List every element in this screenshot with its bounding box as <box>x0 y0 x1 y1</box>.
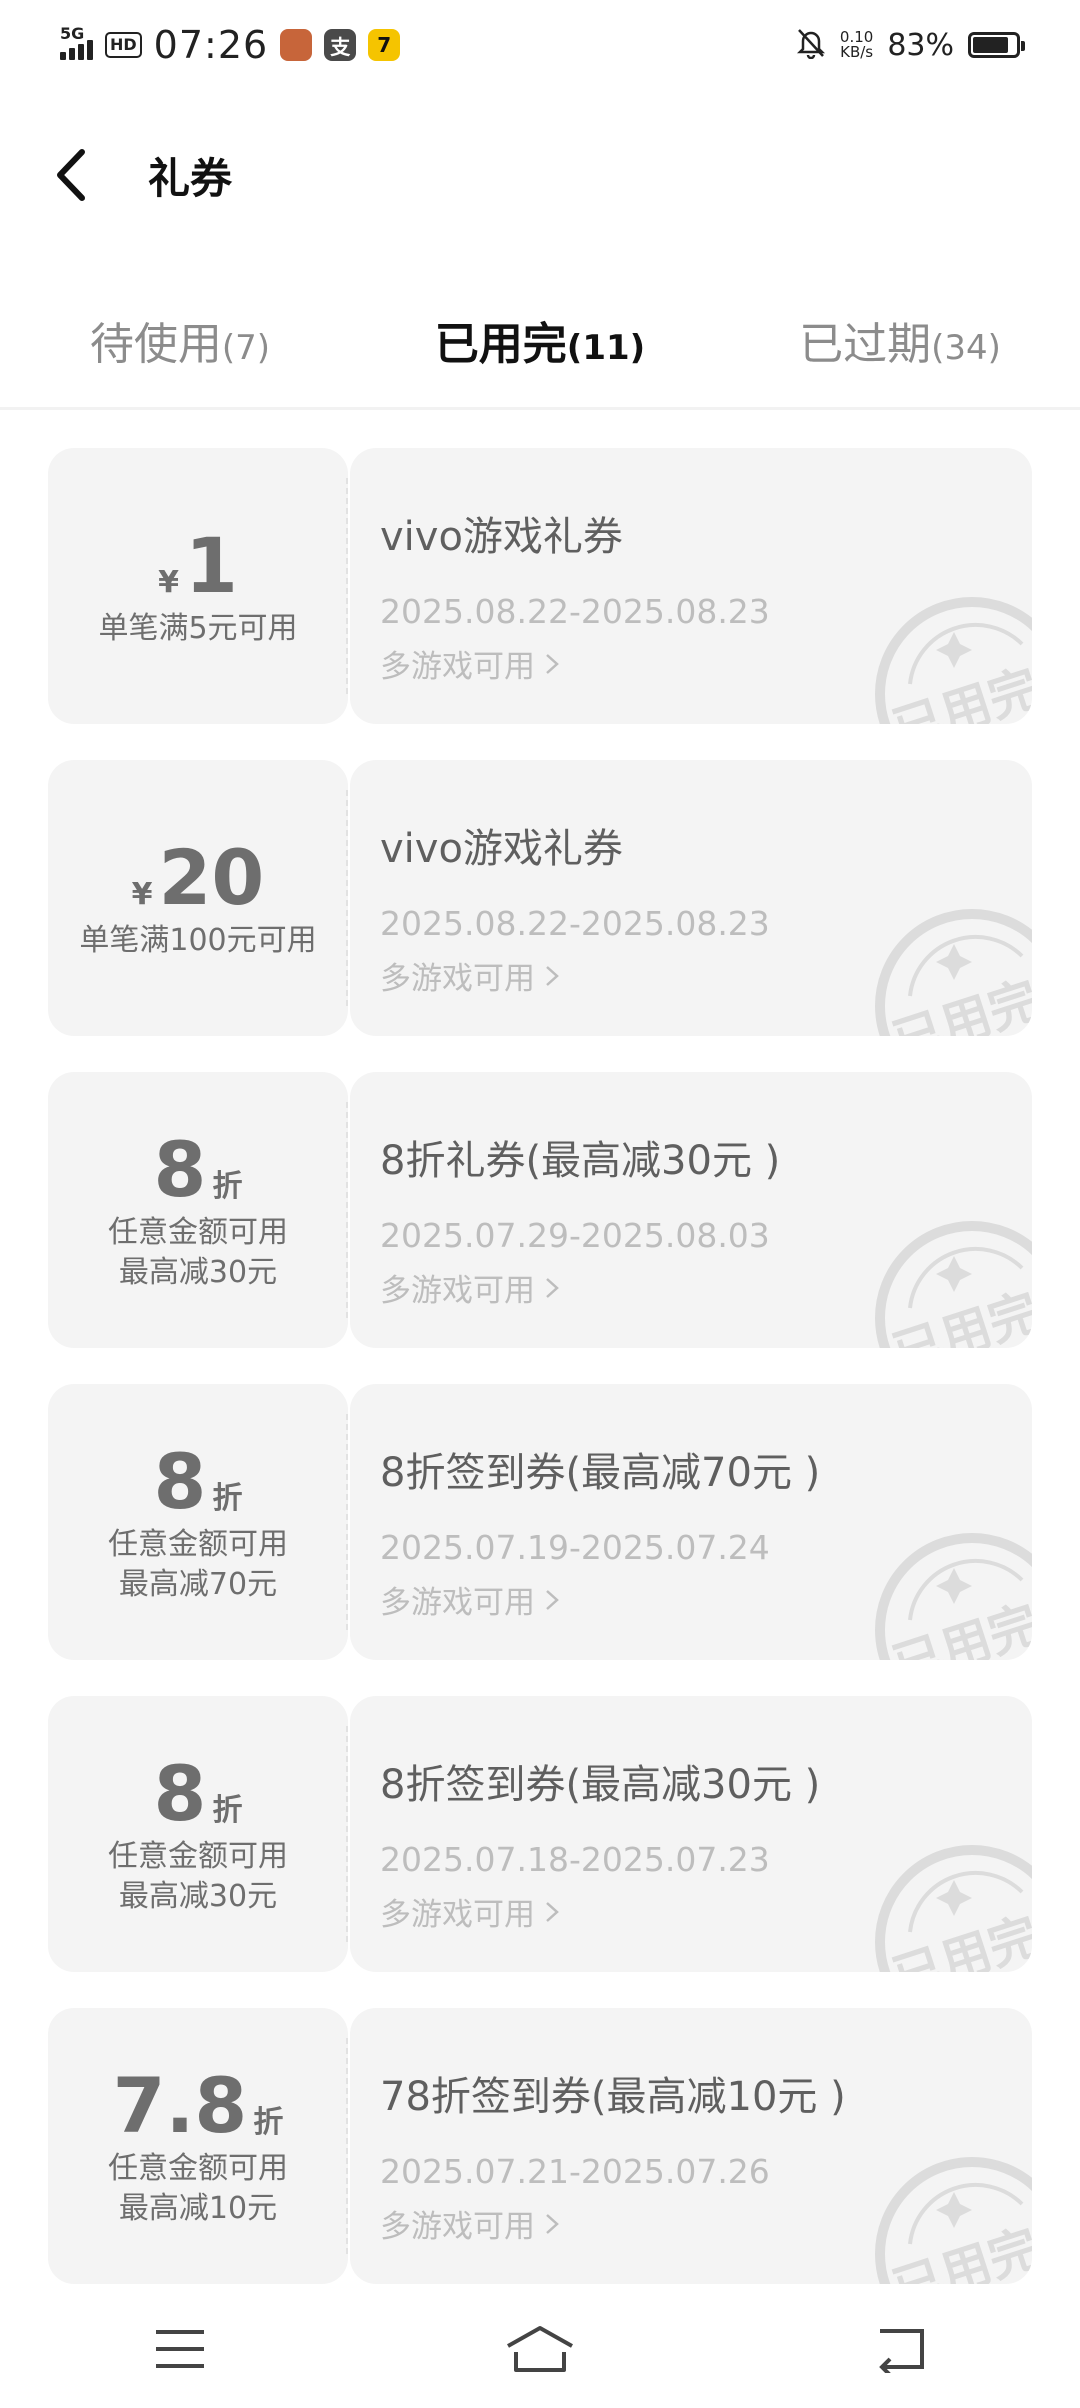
hd-badge: HD <box>105 32 142 58</box>
coupon-condition: 任意金额可用 <box>108 1527 288 1562</box>
coupon-amount: 1 <box>184 521 238 610</box>
network-speed: 0.10 KB/s <box>839 28 874 61</box>
coupon-info-panel: vivo游戏礼券 2025.08.22-2025.08.23 多游戏可用 已用完 <box>350 760 1032 1036</box>
tab-bar: 待使用 (7) 已用完 (11) 已过期 (34) <box>0 290 1080 410</box>
coupon-value-panel: 8 折 任意金额可用 最高减30元 <box>48 1072 348 1348</box>
coupon-card[interactable]: 8 折 任意金额可用 最高减30元 8折礼券(最高减30元 ) 2025.07.… <box>48 1072 1032 1348</box>
coupon-condition: 单笔满5元可用 <box>98 611 298 646</box>
coupon-list: ¥ 1 单笔满5元可用 vivo游戏礼券 2025.08.22-2025.08.… <box>48 448 1032 2320</box>
status-left: 5G HD 07:26 支 7 <box>60 23 401 67</box>
used-stamp-icon: 已用完 <box>875 1533 1032 1660</box>
network-type: 5G <box>60 24 85 43</box>
coupon-value-panel: 8 折 任意金额可用 最高减70元 <box>48 1384 348 1660</box>
coupon-amount: 7.8 <box>112 2061 248 2150</box>
discount-unit: 折 <box>212 1793 243 1828</box>
nav-back-button[interactable] <box>840 2304 960 2394</box>
chevron-left-icon <box>57 149 85 201</box>
coupon-card[interactable]: 8 折 任意金额可用 最高减30元 8折签到券(最高减30元 ) 2025.07… <box>48 1696 1032 1972</box>
coupon-title: 78折签到券(最高减10元 ) <box>380 2074 846 2120</box>
header: 礼券 <box>0 120 1080 230</box>
discount-unit: 折 <box>253 2105 284 2140</box>
coupon-card[interactable]: ¥ 20 单笔满100元可用 vivo游戏礼券 2025.08.22-2025.… <box>48 760 1032 1036</box>
coupon-max-discount: 最高减30元 <box>118 1879 278 1914</box>
discount-unit: 折 <box>212 1481 243 1516</box>
discount-unit: 折 <box>212 1169 243 1204</box>
coupon-title: 8折礼券(最高减30元 ) <box>380 1138 781 1184</box>
coupon-amount: 8 <box>153 1437 207 1526</box>
coupon-info-panel: 8折签到券(最高减70元 ) 2025.07.19-2025.07.24 多游戏… <box>350 1384 1032 1660</box>
back-button[interactable] <box>54 145 114 205</box>
coupon-value-panel: ¥ 1 单笔满5元可用 <box>48 448 348 724</box>
chevron-right-icon <box>546 2213 559 2234</box>
used-stamp-icon: 已用完 <box>875 909 1032 1036</box>
coupon-info-panel: 8折礼券(最高减30元 ) 2025.07.29-2025.08.03 多游戏可… <box>350 1072 1032 1348</box>
currency-symbol: ¥ <box>131 877 153 912</box>
chevron-right-icon <box>546 1589 559 1610</box>
battery-icon <box>968 32 1025 58</box>
coupon-card[interactable]: 7.8 折 任意金额可用 最高减10元 78折签到券(最高减10元 ) 2025… <box>48 2008 1032 2284</box>
coupon-card[interactable]: ¥ 1 单笔满5元可用 vivo游戏礼券 2025.08.22-2025.08.… <box>48 448 1032 724</box>
coupon-info-panel: 8折签到券(最高减30元 ) 2025.07.18-2025.07.23 多游戏… <box>350 1696 1032 1972</box>
coupon-max-discount: 最高减70元 <box>118 1567 278 1602</box>
chevron-right-icon <box>546 653 559 674</box>
coupon-amount: 20 <box>158 833 265 922</box>
signal-icon: 5G <box>60 24 93 60</box>
svg-text:已用完: 已用完 <box>886 658 1032 724</box>
coupon-info-panel: 78折签到券(最高减10元 ) 2025.07.21-2025.07.26 多游… <box>350 2008 1032 2284</box>
svg-text:已用完: 已用完 <box>886 970 1032 1036</box>
coupon-value-panel: 7.8 折 任意金额可用 最高减10元 <box>48 2008 348 2284</box>
system-nav-bar <box>0 2290 1080 2408</box>
svg-text:已用完: 已用完 <box>886 1594 1032 1660</box>
used-stamp-icon: 已用完 <box>875 1221 1032 1348</box>
tab-expired[interactable]: 已过期 (34) <box>720 290 1080 407</box>
used-stamp-icon: 已用完 <box>875 2157 1032 2284</box>
coupon-amount: 8 <box>153 1749 207 1838</box>
coupon-condition: 任意金额可用 <box>108 1215 288 1250</box>
return-icon <box>879 2329 924 2373</box>
mute-bell-icon <box>796 27 826 63</box>
coupon-condition: 单笔满100元可用 <box>79 923 317 958</box>
coupon-info-panel: vivo游戏礼券 2025.08.22-2025.08.23 多游戏可用 已用完 <box>350 448 1032 724</box>
used-stamp-icon: 已用完 <box>875 1845 1032 1972</box>
seven-app-icon: 7 <box>368 29 401 61</box>
nav-menu-button[interactable] <box>120 2304 240 2394</box>
coupon-value-panel: ¥ 20 单笔满100元可用 <box>48 760 348 1036</box>
svg-text:已用完: 已用完 <box>886 1282 1032 1348</box>
coupon-max-discount: 最高减30元 <box>118 1255 278 1290</box>
status-bar: 5G HD 07:26 支 7 0.10 KB/s 83% <box>0 0 1080 90</box>
nav-home-button[interactable] <box>480 2304 600 2394</box>
coupon-condition: 任意金额可用 <box>108 1839 288 1874</box>
battery-percent: 83% <box>887 27 954 63</box>
coupon-condition: 任意金额可用 <box>108 2151 288 2186</box>
coupon-value-panel: 8 折 任意金额可用 最高减30元 <box>48 1696 348 1972</box>
status-right: 0.10 KB/s 83% <box>796 27 1025 63</box>
menu-icon <box>156 2330 204 2368</box>
status-time: 07:26 <box>153 23 269 67</box>
tab-pending[interactable]: 待使用 (7) <box>0 290 360 407</box>
game-app-icon <box>280 29 313 61</box>
alipay-app-icon: 支 <box>324 29 357 61</box>
currency-symbol: ¥ <box>158 565 179 600</box>
chevron-right-icon <box>546 1277 559 1298</box>
page-title: 礼券 <box>148 153 233 203</box>
chevron-right-icon <box>546 965 559 986</box>
coupon-title: 8折签到券(最高减30元 ) <box>380 1762 821 1808</box>
tab-used[interactable]: 已用完 (11) <box>360 290 720 407</box>
coupon-amount: 8 <box>153 1125 207 1214</box>
coupon-max-discount: 最高减10元 <box>118 2191 278 2226</box>
coupon-title: vivo游戏礼券 <box>380 514 623 560</box>
coupon-title: 8折签到券(最高减70元 ) <box>380 1450 821 1496</box>
svg-text:已用完: 已用完 <box>886 1906 1032 1972</box>
coupon-title: vivo游戏礼券 <box>380 826 623 872</box>
svg-text:已用完: 已用完 <box>886 2218 1032 2284</box>
chevron-right-icon <box>546 1901 559 1922</box>
home-icon <box>507 2326 573 2372</box>
coupon-card[interactable]: 8 折 任意金额可用 最高减70元 8折签到券(最高减70元 ) 2025.07… <box>48 1384 1032 1660</box>
used-stamp-icon: 已用完 <box>875 597 1032 724</box>
